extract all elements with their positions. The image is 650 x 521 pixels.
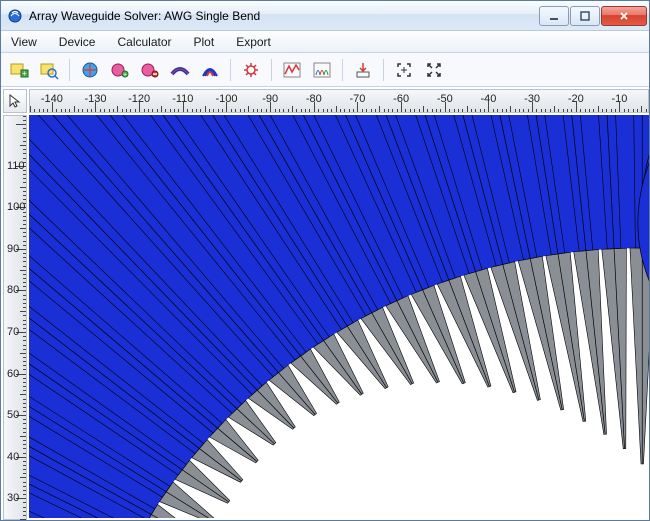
ruler-y-label: 50 [7, 409, 19, 421]
ruler-horizontal: -140 -130 -120 -110 -100 -90 -80 -70 -60 -50 -40 -3… [29, 89, 649, 113]
canvas-area: -140 -130 -120 -110 -100 -90 -80 -70 -60 -50 -40 -3… [1, 87, 649, 520]
device-remove-icon[interactable] [136, 56, 164, 84]
plot-channels-icon[interactable] [308, 56, 336, 84]
maximize-button[interactable] [570, 6, 600, 26]
ruler-x-label: -30 [524, 93, 540, 105]
settings-gear-icon[interactable] [237, 56, 265, 84]
ruler-vertical: 110 100 90 80 70 60 50 40 30 [3, 115, 27, 520]
menu-export[interactable]: Export [232, 33, 275, 51]
plot-spectrum-icon[interactable] [278, 56, 306, 84]
minimize-button[interactable] [539, 6, 569, 26]
design-canvas[interactable] [29, 115, 649, 520]
waveguide-bend-icon[interactable] [166, 56, 194, 84]
ruler-x-label: -120 [128, 93, 150, 105]
svg-text:+: + [22, 69, 27, 78]
svg-text:+: + [123, 72, 127, 79]
window-title: Array Waveguide Solver: AWG Single Bend [29, 9, 538, 23]
toolbar-separator [383, 59, 384, 81]
toolbar-separator [230, 59, 231, 81]
ruler-x-label: -60 [393, 93, 409, 105]
device-circle-icon[interactable] [76, 56, 104, 84]
ruler-y-label: 100 [7, 201, 25, 213]
close-button[interactable] [601, 6, 647, 26]
toolbar: + + [1, 53, 649, 87]
export-icon[interactable] [349, 56, 377, 84]
toolbar-separator [342, 59, 343, 81]
pointer-tool[interactable] [3, 89, 27, 113]
ruler-x-label: -40 [480, 93, 496, 105]
menu-view[interactable]: View [7, 33, 41, 51]
menu-calculator[interactable]: Calculator [113, 33, 175, 51]
new-layer-icon[interactable]: + [5, 56, 33, 84]
fit-view-icon[interactable] [390, 56, 418, 84]
ruler-y-label: 40 [7, 451, 19, 463]
ruler-y-label: 90 [7, 243, 19, 255]
ruler-x-label: -50 [437, 93, 453, 105]
find-layer-icon[interactable] [35, 56, 63, 84]
menu-device[interactable]: Device [55, 33, 100, 51]
device-add-icon[interactable]: + [106, 56, 134, 84]
ruler-x-label: -140 [41, 93, 63, 105]
ruler-y-label: 110 [7, 160, 25, 172]
toolbar-separator [69, 59, 70, 81]
ruler-x-label: -10 [611, 93, 627, 105]
ruler-y-label: 30 [7, 492, 19, 504]
expand-view-icon[interactable] [420, 56, 448, 84]
ruler-x-label: -80 [306, 93, 322, 105]
menu-plot[interactable]: Plot [190, 33, 219, 51]
app-icon [7, 8, 23, 24]
ruler-y-label: 60 [7, 368, 19, 380]
ruler-y-label: 80 [7, 284, 19, 296]
toolbar-separator [271, 59, 272, 81]
ruler-x-label: -90 [262, 93, 278, 105]
ruler-x-label: -70 [350, 93, 366, 105]
ruler-x-label: -100 [215, 93, 237, 105]
ruler-x-label: -20 [568, 93, 584, 105]
ruler-x-label: -110 [172, 93, 193, 105]
waveguide-array-icon[interactable] [196, 56, 224, 84]
ruler-y-label: 70 [7, 326, 19, 338]
menu-bar: View Device Calculator Plot Export [1, 31, 649, 53]
ruler-x-label: -130 [84, 93, 106, 105]
